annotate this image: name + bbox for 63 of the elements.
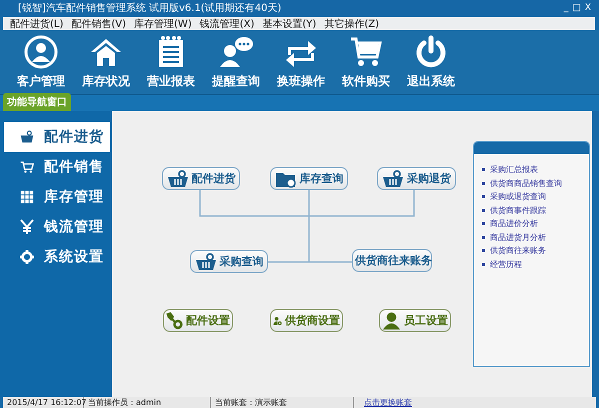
bullet-icon <box>482 168 485 171</box>
sidebar-item[interactable]: 钱流管理 <box>4 212 110 242</box>
menu-item[interactable]: 配件进货(L) <box>8 16 66 30</box>
switch-account-link[interactable]: 点击更换账套 <box>354 397 412 408</box>
function-button[interactable]: 库存查询 <box>270 167 348 190</box>
toolbar-button[interactable]: 营业报表 <box>142 35 200 90</box>
bullet-icon <box>482 208 485 212</box>
menu-item[interactable]: 库存管理(W) <box>132 16 194 30</box>
status-time: 2015/4/17 16:12:07 <box>3 397 84 408</box>
user-circle-icon <box>24 35 58 69</box>
status-account: 当前账套：演示账套 <box>211 397 354 408</box>
report-link[interactable]: 供货商事件跟踪 <box>490 204 546 216</box>
gear-icon <box>20 249 34 265</box>
function-button[interactable]: 配件进货 <box>162 167 240 190</box>
basket-icon <box>194 252 216 270</box>
sidebar-item[interactable]: 配件进货 <box>4 122 110 152</box>
basket-icon <box>20 129 34 145</box>
sidebar-item[interactable]: 系统设置 <box>4 242 110 272</box>
report-link[interactable]: 经营历程 <box>490 258 522 270</box>
function-button[interactable]: 采购查询 <box>190 250 268 273</box>
window-control[interactable]: X <box>584 3 591 13</box>
bullet-icon <box>482 182 485 184</box>
bullet-icon <box>482 236 485 238</box>
report-link[interactable]: 供货商往来账务 <box>490 245 546 256</box>
toolbar-button[interactable]: 软件购买 <box>337 35 395 90</box>
person-icon <box>382 310 401 330</box>
menu-item[interactable]: 其它操作(Z) <box>322 16 381 30</box>
cart-icon <box>20 159 34 175</box>
menu-item[interactable]: 基本设置(Y) <box>260 16 318 30</box>
function-button[interactable]: 供货商往来账务 <box>352 249 432 272</box>
function-button[interactable]: 员工设置 <box>379 309 451 332</box>
report-link[interactable]: 采购或退货查询 <box>490 191 546 202</box>
bullet-icon <box>482 195 485 198</box>
report-link[interactable]: 商品进货月分析 <box>490 232 546 242</box>
cart-icon <box>349 35 383 69</box>
menu-item[interactable]: 钱流管理(X) <box>198 16 256 30</box>
function-button[interactable]: 采购退货 <box>377 167 456 190</box>
bullet-icon <box>482 262 485 266</box>
window-title: [锐智]汽车配件销售管理系统 试用版v6.1(试用期还有40天) <box>18 2 282 15</box>
function-button[interactable]: 供货商设置 <box>270 309 343 332</box>
bullet-icon <box>482 222 485 225</box>
menu-item[interactable]: 配件销售(V) <box>69 16 128 30</box>
window-control[interactable]: _ <box>564 3 568 13</box>
window-control[interactable]: □ <box>572 3 581 13</box>
sidebar-item[interactable]: 库存管理 <box>4 182 110 212</box>
basket-icon <box>382 170 404 188</box>
toolbar-button[interactable]: 提醒查询 <box>207 35 265 90</box>
people-chat-icon <box>218 35 254 69</box>
toolbar-button[interactable]: 库存状况 <box>77 35 135 90</box>
function-button[interactable]: 配件设置 <box>163 309 233 332</box>
sidebar-item[interactable]: 配件销售 <box>4 152 110 182</box>
wrench-gear-icon <box>166 310 183 330</box>
toolbar-button[interactable]: 换班操作 <box>272 35 330 90</box>
grid-icon <box>20 189 34 205</box>
power-icon <box>414 35 448 69</box>
yen-icon <box>20 219 34 235</box>
report-link[interactable]: 采购汇总报表 <box>490 164 538 175</box>
report-link[interactable]: 供货商商品销售查询 <box>490 178 562 188</box>
toolbar-button[interactable]: 客户管理 <box>12 35 70 90</box>
basket-icon <box>166 170 188 188</box>
bullet-icon <box>482 249 485 252</box>
report-link[interactable]: 商品进价分析 <box>490 218 538 229</box>
toolbar-button[interactable]: 退出系统 <box>402 35 460 90</box>
